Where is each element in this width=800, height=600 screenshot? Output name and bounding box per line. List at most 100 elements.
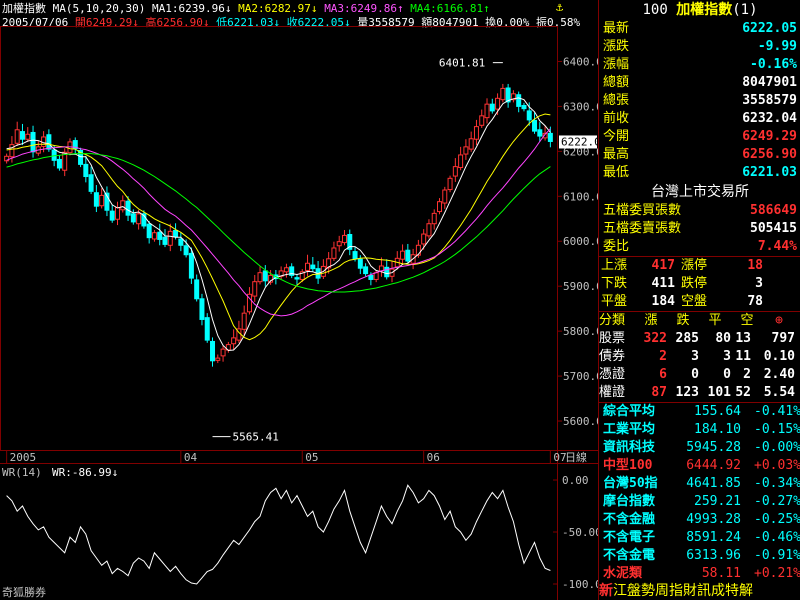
candle-body [162, 236, 168, 245]
index-row[interactable]: 中型100 6444.92 +0.03% [599, 457, 800, 475]
index-name: 綜合平均 [603, 404, 656, 419]
index-row[interactable]: 不含電子 8591.24 -0.46% [599, 529, 800, 547]
index-row[interactable]: 台灣50指 4641.85 -0.34% [599, 475, 800, 493]
index-row[interactable]: 摩台指數 259.21 -0.27% [599, 493, 800, 511]
book-row: 五檔委賣張數 505415 [599, 220, 800, 238]
ad-value: 411 [651, 276, 675, 291]
index-row[interactable]: 水泥類 58.11 +0.21% [599, 565, 800, 583]
category-name: 股票 [599, 331, 626, 346]
index-row[interactable]: 資訊科技 5945.28 -0.00% [599, 439, 800, 457]
candle-body [56, 158, 62, 169]
category-amount: 0.10 [763, 349, 795, 364]
category-up: 2 [659, 349, 667, 364]
category-row[interactable]: 股票 322 285 80 13 797 [599, 330, 800, 348]
book-row: 委比 7.44% [599, 238, 800, 256]
ad-label: 跌停 [681, 276, 708, 291]
book-label: 五檔委買張數 [603, 203, 682, 218]
candle-body [210, 340, 216, 362]
index-row[interactable]: 不含金融 4993.28 -0.25% [599, 511, 800, 529]
category-up: 6 [659, 367, 667, 382]
min-label: 5565.41 [233, 431, 279, 444]
category-row[interactable]: 權證 87 123 101 52 5.54 [599, 384, 800, 402]
category-down: 0 [691, 367, 699, 382]
index-value: 4641.85 [686, 476, 741, 491]
quote-label: 漲跌 [603, 39, 630, 54]
candle-body [336, 241, 342, 247]
advance-decline-list: 上漲 417 漲停 18 下跌 411 跌停 3 平盤 184 空盤 78 [599, 256, 800, 311]
index-row[interactable]: 不含金電 6313.96 -0.91% [599, 547, 800, 565]
quote-label: 今開 [603, 129, 630, 144]
index-value: 58.11 [701, 566, 741, 581]
ad-value: 417 [651, 258, 675, 273]
quote-label: 最低 [603, 165, 630, 180]
index-value: 259.21 [694, 494, 741, 509]
index-value: 4993.28 [686, 512, 741, 527]
advance-decline-row: 下跌 411 跌停 3 [599, 275, 800, 293]
quote-value: 6232.04 [742, 111, 797, 126]
index-value: 5945.28 [686, 440, 741, 455]
ad-value: 18 [747, 258, 763, 273]
candle-body [437, 201, 443, 213]
price-tick-label: 6000.0 [563, 235, 598, 248]
quote-row: 最低 6221.03 [599, 164, 800, 182]
quote-list: 最新 6222.05 漲跌 -9.99 漲幅 -0.16% 總額 8047901 總張 35585… [599, 20, 800, 182]
category-name: 權證 [599, 385, 626, 400]
index-list[interactable]: 綜合平均 155.64 -0.41% 工業平均 184.10 -0.15% 資訊科技 5945… [599, 402, 800, 583]
candle-body [241, 312, 247, 330]
quote-row: 總張 3558579 [599, 92, 800, 110]
candle-body [188, 252, 194, 279]
ma1-line [6, 97, 551, 352]
news-ticker[interactable]: 新江盤勢周指財訊成特解 [599, 582, 753, 600]
category-column-header: 跌 [676, 313, 690, 328]
candle-body [151, 232, 157, 240]
price-chart[interactable]: 5600.05700.05800.05900.06000.06100.06200… [0, 0, 598, 600]
candle-body [463, 146, 469, 155]
max-label: 6401.81 [439, 57, 485, 70]
wr-value: WR:-86.99↓ [52, 466, 118, 479]
expand-icon[interactable]: ⊕ [763, 312, 795, 330]
order-book-list: 五檔委買張數 586649 五檔委賣張數 505415 委比 7.44% [599, 202, 800, 256]
wr-tick-label: -50.00 [562, 526, 598, 539]
candle-body [368, 274, 374, 280]
index-name: 不含電子 [603, 530, 656, 545]
category-header: 分類 漲 跌 平 空 ⊕ [599, 311, 800, 330]
category-row[interactable]: 債券 2 3 3 11 0.10 [599, 348, 800, 366]
ad-label: 漲停 [681, 258, 708, 273]
book-value: 7.44% [757, 239, 797, 254]
candle-body [357, 258, 363, 269]
date-tick-label: 2005 [10, 451, 37, 464]
category-amount: 5.54 [763, 385, 795, 400]
index-change: -0.41% [754, 404, 800, 419]
market-title: 台灣上市交易所 [651, 184, 749, 200]
category-row[interactable]: 憑證 6 0 0 2 2.40 [599, 366, 800, 384]
index-row[interactable]: 工業平均 184.10 -0.15% [599, 421, 800, 439]
category-flat: 0 [723, 367, 731, 382]
candle-body [341, 234, 347, 244]
candle-body [447, 177, 453, 191]
candle-body [130, 213, 136, 223]
candle-body [88, 174, 94, 192]
candle-body [500, 87, 506, 101]
candle-body [93, 192, 99, 207]
index-name: 水泥類 [603, 566, 643, 581]
quote-row: 最新 6222.05 [599, 20, 800, 38]
candle-body [495, 97, 501, 110]
candle-body [9, 144, 15, 158]
brand-label: 奇狐勝券 [2, 586, 46, 599]
quote-label: 最高 [603, 147, 630, 162]
candle-body [46, 134, 52, 150]
candle-body [14, 129, 20, 144]
candle-body [521, 105, 527, 110]
category-flat: 3 [723, 349, 731, 364]
index-name: 台灣50指 [603, 476, 658, 491]
candle-body [125, 200, 131, 216]
book-row: 五檔委買張數 586649 [599, 202, 800, 220]
index-row[interactable]: 綜合平均 155.64 -0.41% [599, 403, 800, 421]
chart-area[interactable]: 加權指數 MA(5,10,20,30) MA1:6239.96↓ MA2:628… [0, 0, 598, 600]
ad-value: 184 [651, 294, 675, 309]
price-tick-label: 5800.0 [563, 325, 598, 338]
candle-body [294, 277, 300, 280]
advance-decline-row: 上漲 417 漲停 18 [599, 257, 800, 275]
candle-body [537, 129, 543, 137]
timeframe-label[interactable]: 日線 [565, 450, 587, 464]
